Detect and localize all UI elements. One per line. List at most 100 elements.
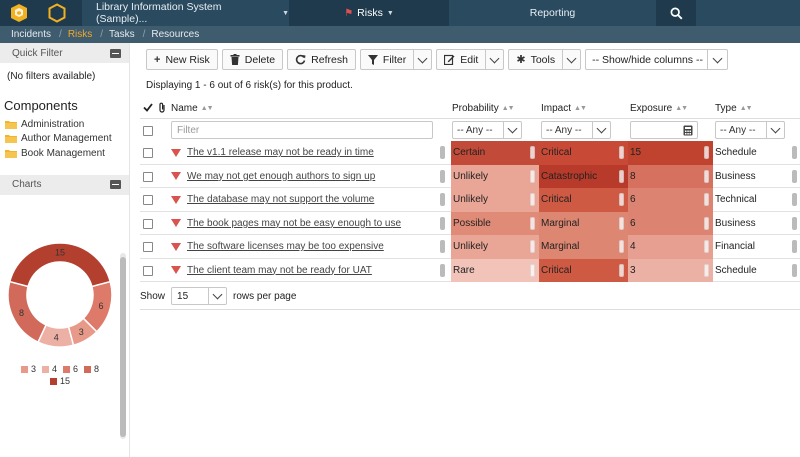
cell-drag-handle[interactable] (619, 169, 624, 183)
exposure-cell[interactable]: 15 (628, 141, 713, 165)
impact-cell[interactable]: Marginal (539, 235, 628, 259)
select-all-check-icon[interactable] (143, 103, 153, 112)
sort-arrows-icon[interactable]: ▲▼ (675, 105, 688, 112)
impact-filter-select[interactable]: -- Any -- (541, 121, 611, 139)
calculator-icon[interactable] (683, 125, 693, 136)
charts-scrollbar[interactable] (120, 253, 126, 439)
row-checkbox[interactable] (143, 218, 153, 229)
row-checkbox[interactable] (143, 265, 153, 276)
legend-entry[interactable]: 6 (63, 364, 78, 374)
row-checkbox[interactable] (143, 171, 153, 182)
search-button[interactable] (656, 0, 696, 26)
row-drag-handle[interactable] (792, 216, 797, 230)
impact-filter-dropdown[interactable] (592, 122, 610, 138)
row-checkbox[interactable] (143, 195, 153, 205)
type-filter-select[interactable]: -- Any -- (715, 121, 785, 139)
risks-menu[interactable]: ⚑ Risks ▼ (289, 0, 449, 26)
workspace-hex-icon[interactable] (47, 3, 67, 23)
exposure-cell[interactable]: 6 (628, 188, 713, 212)
show-hide-dropdown[interactable] (707, 50, 727, 69)
row-drag-handle[interactable] (440, 193, 445, 206)
impact-cell[interactable]: Marginal (539, 211, 628, 235)
reporting-menu[interactable]: Reporting (449, 0, 656, 26)
sort-arrows-icon[interactable]: ▲▼ (201, 105, 214, 112)
cell-drag-handle[interactable] (619, 193, 624, 206)
legend-entry[interactable]: 4 (41, 364, 57, 374)
sort-arrows-icon[interactable]: ▲▼ (502, 105, 515, 112)
cell-drag-handle[interactable] (619, 263, 624, 277)
rows-per-page-select[interactable]: 15 (171, 287, 228, 305)
refresh-button[interactable]: Refresh (287, 49, 356, 70)
exposure-cell[interactable]: 3 (628, 258, 713, 282)
cell-drag-handle[interactable] (704, 169, 709, 183)
collapse-icon[interactable] (110, 180, 121, 189)
cell-drag-handle[interactable] (530, 263, 535, 277)
component-item-author-management[interactable]: Author Management (5, 132, 129, 147)
filter-button[interactable]: Filter (359, 49, 415, 70)
row-drag-handle[interactable] (440, 146, 445, 159)
app-logo-icon[interactable] (9, 3, 29, 23)
row-drag-handle[interactable] (440, 240, 445, 253)
probability-cell[interactable]: Unlikely (451, 164, 539, 188)
component-item-administration[interactable]: Administration (5, 117, 129, 132)
column-header-type[interactable]: Type ▲▼ (715, 99, 753, 118)
probability-cell[interactable]: Unlikely (451, 188, 539, 212)
name-filter-input[interactable]: Filter (171, 121, 433, 139)
table-row[interactable]: The database may not support the volume U… (140, 188, 800, 212)
exposure-cell[interactable]: 4 (628, 235, 713, 259)
cell-drag-handle[interactable] (704, 263, 709, 277)
risk-name-link[interactable]: The book pages may not be easy enough to… (187, 218, 401, 229)
table-row[interactable]: We may not get enough authors to sign up… (140, 164, 800, 188)
donut-slice[interactable] (7, 280, 48, 344)
row-drag-handle[interactable] (792, 193, 797, 206)
cell-drag-handle[interactable] (530, 240, 535, 253)
impact-cell[interactable]: Catastrophic (539, 164, 628, 188)
risk-name-link[interactable]: The database may not support the volume (187, 194, 374, 205)
cell-drag-handle[interactable] (619, 216, 624, 230)
select-all-checkbox[interactable] (143, 126, 153, 136)
probability-filter-select[interactable]: -- Any -- (452, 121, 522, 139)
risk-name-link[interactable]: We may not get enough authors to sign up (187, 171, 375, 182)
cell-drag-handle[interactable] (704, 146, 709, 159)
sort-arrows-icon[interactable]: ▲▼ (574, 105, 587, 112)
table-row[interactable]: The client team may not be ready for UAT… (140, 258, 800, 282)
rows-per-page-dropdown[interactable] (208, 288, 226, 304)
exposure-cell[interactable]: 6 (628, 211, 713, 235)
row-drag-handle[interactable] (440, 169, 445, 183)
probability-cell[interactable]: Possible (451, 211, 539, 235)
risk-name-link[interactable]: The v1.1 release may not be ready in tim… (187, 147, 374, 158)
impact-cell[interactable]: Critical (539, 141, 628, 165)
risk-name-link[interactable]: The software licenses may be too expensi… (187, 241, 384, 252)
legend-entry[interactable]: 8 (84, 364, 99, 374)
cell-drag-handle[interactable] (704, 216, 709, 230)
row-drag-handle[interactable] (792, 169, 797, 183)
impact-cell[interactable]: Critical (539, 188, 628, 212)
column-header-name[interactable]: Name ▲▼ (171, 99, 214, 118)
edit-dropdown-button[interactable] (486, 49, 505, 70)
subnav-incidents[interactable]: Incidents (11, 29, 59, 40)
sort-arrows-icon[interactable]: ▲▼ (740, 105, 753, 112)
subnav-risks[interactable]: Risks (68, 29, 100, 40)
cell-drag-handle[interactable] (619, 146, 624, 159)
attachment-icon[interactable] (158, 102, 166, 113)
delete-button[interactable]: Delete (221, 49, 284, 70)
row-drag-handle[interactable] (440, 263, 445, 277)
exposure-cell[interactable]: 8 (628, 164, 713, 188)
column-header-exposure[interactable]: Exposure ▲▼ (630, 99, 688, 118)
legend-entry[interactable]: 15 (49, 376, 70, 386)
column-header-impact[interactable]: Impact ▲▼ (541, 99, 587, 118)
product-selector[interactable]: Library Information System (Sample)... ▼ (82, 0, 289, 26)
collapse-icon[interactable] (110, 48, 121, 58)
filter-dropdown-button[interactable] (414, 49, 433, 70)
cell-drag-handle[interactable] (704, 193, 709, 206)
cell-drag-handle[interactable] (530, 146, 535, 159)
cell-drag-handle[interactable] (704, 240, 709, 253)
tools-dropdown-button[interactable] (563, 49, 582, 70)
subnav-tasks[interactable]: Tasks (109, 29, 143, 40)
table-row[interactable]: The v1.1 release may not be ready in tim… (140, 141, 800, 165)
subnav-resources[interactable]: Resources (151, 29, 207, 40)
table-row[interactable]: The software licenses may be too expensi… (140, 235, 800, 259)
row-drag-handle[interactable] (792, 146, 797, 159)
probability-cell[interactable]: Rare (451, 258, 539, 282)
risk-name-link[interactable]: The client team may not be ready for UAT (187, 265, 372, 276)
